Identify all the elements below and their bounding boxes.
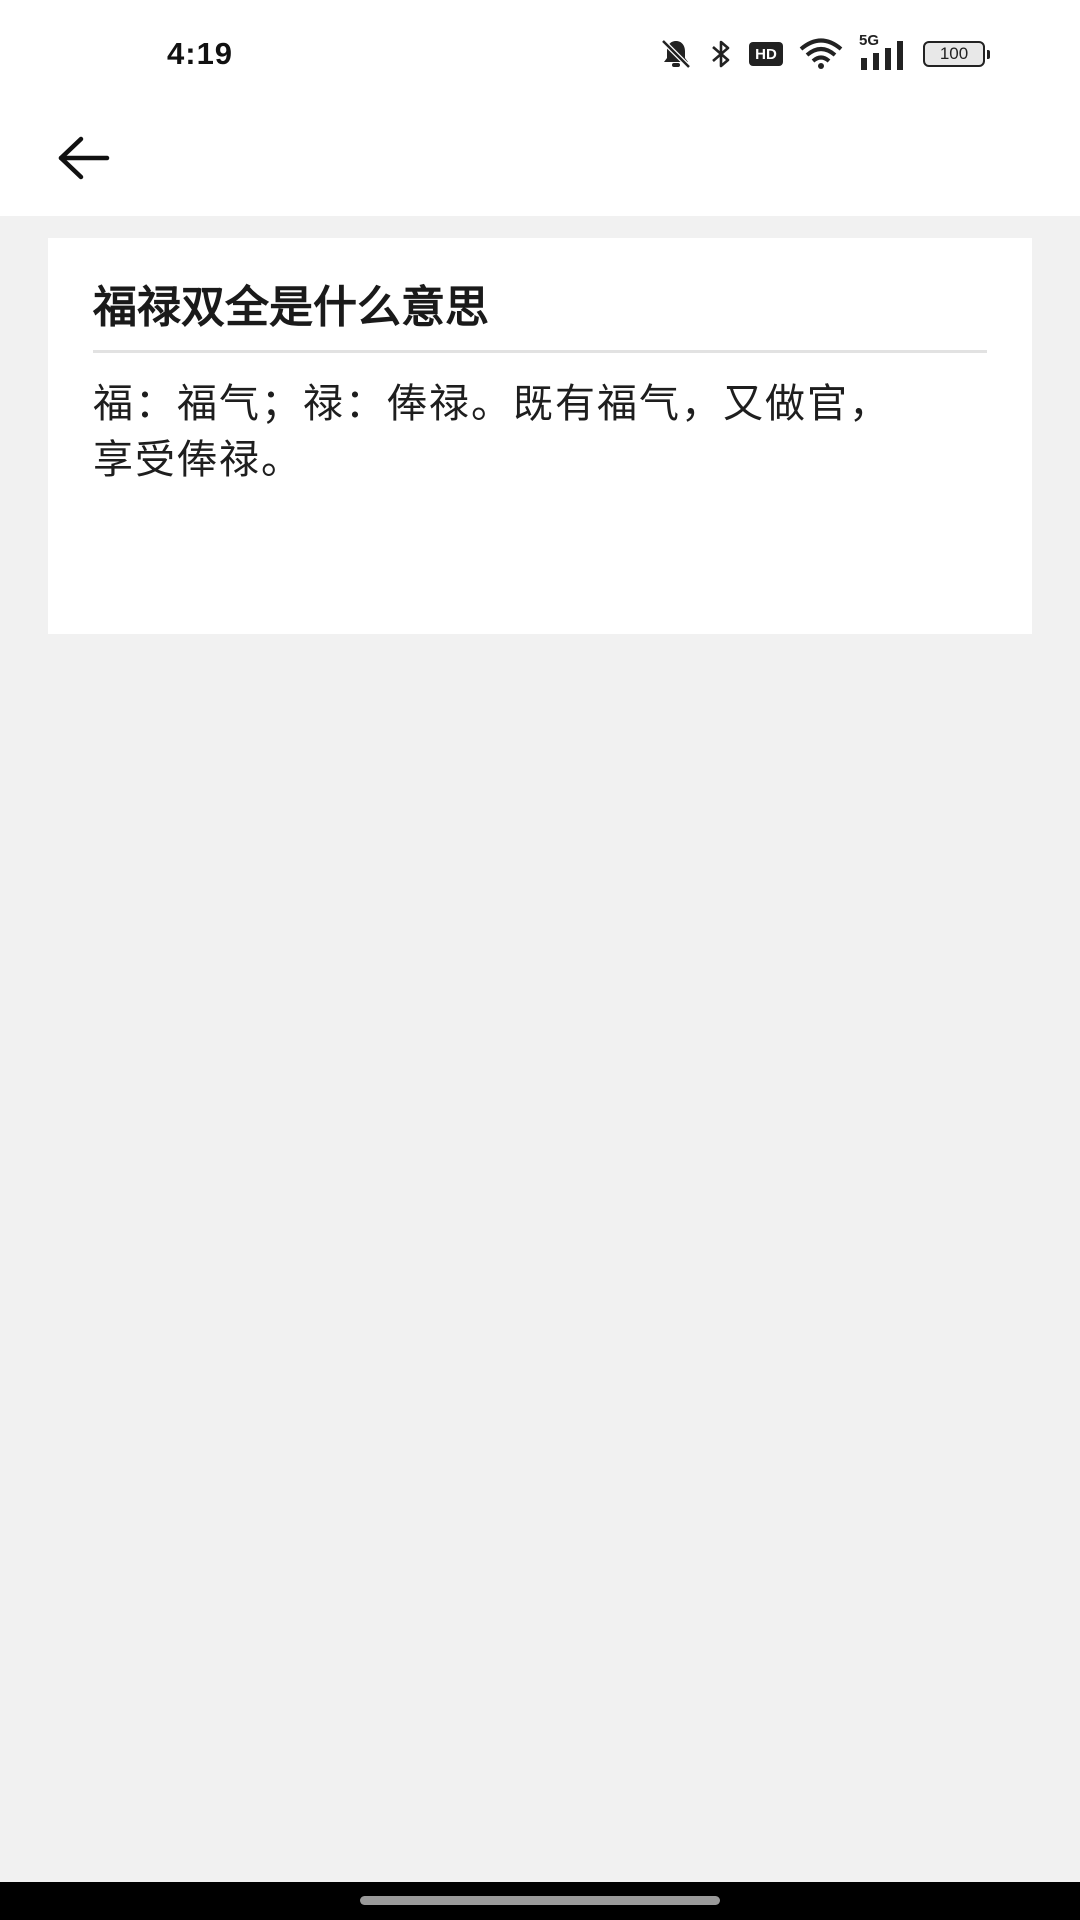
bell-off-icon bbox=[659, 37, 693, 71]
battery-level: 100 bbox=[939, 44, 969, 63]
back-button[interactable] bbox=[46, 122, 122, 198]
arrow-left-icon bbox=[57, 136, 111, 184]
card-body: 福：福气；禄：俸禄。既有福气，又做官，享受俸禄。 bbox=[93, 381, 891, 483]
hd-label: HD bbox=[755, 45, 777, 63]
status-icons: HD 5G 100 bbox=[659, 32, 990, 72]
card-divider bbox=[93, 350, 987, 353]
home-indicator[interactable] bbox=[360, 1896, 720, 1905]
status-bar: 4:19 HD 5G 100 bbox=[0, 0, 1080, 104]
signal-icon: 5G bbox=[859, 32, 907, 72]
status-time: 4:19 bbox=[167, 36, 234, 71]
hd-icon: HD bbox=[749, 42, 783, 66]
wifi-icon bbox=[799, 38, 843, 70]
card-title: 福禄双全是什么意思 bbox=[93, 282, 489, 333]
bluetooth-icon bbox=[709, 37, 733, 71]
navigation-bar bbox=[0, 1882, 1080, 1920]
screen: 4:19 HD 5G 100 福禄双全是什么意思 福：福气；禄：俸禄。既有福气，… bbox=[0, 0, 1080, 1920]
battery-icon: 100 bbox=[923, 41, 990, 67]
app-bar bbox=[0, 104, 1080, 216]
content-card: 福禄双全是什么意思 福：福气；禄：俸禄。既有福气，又做官，享受俸禄。 bbox=[48, 238, 1032, 634]
